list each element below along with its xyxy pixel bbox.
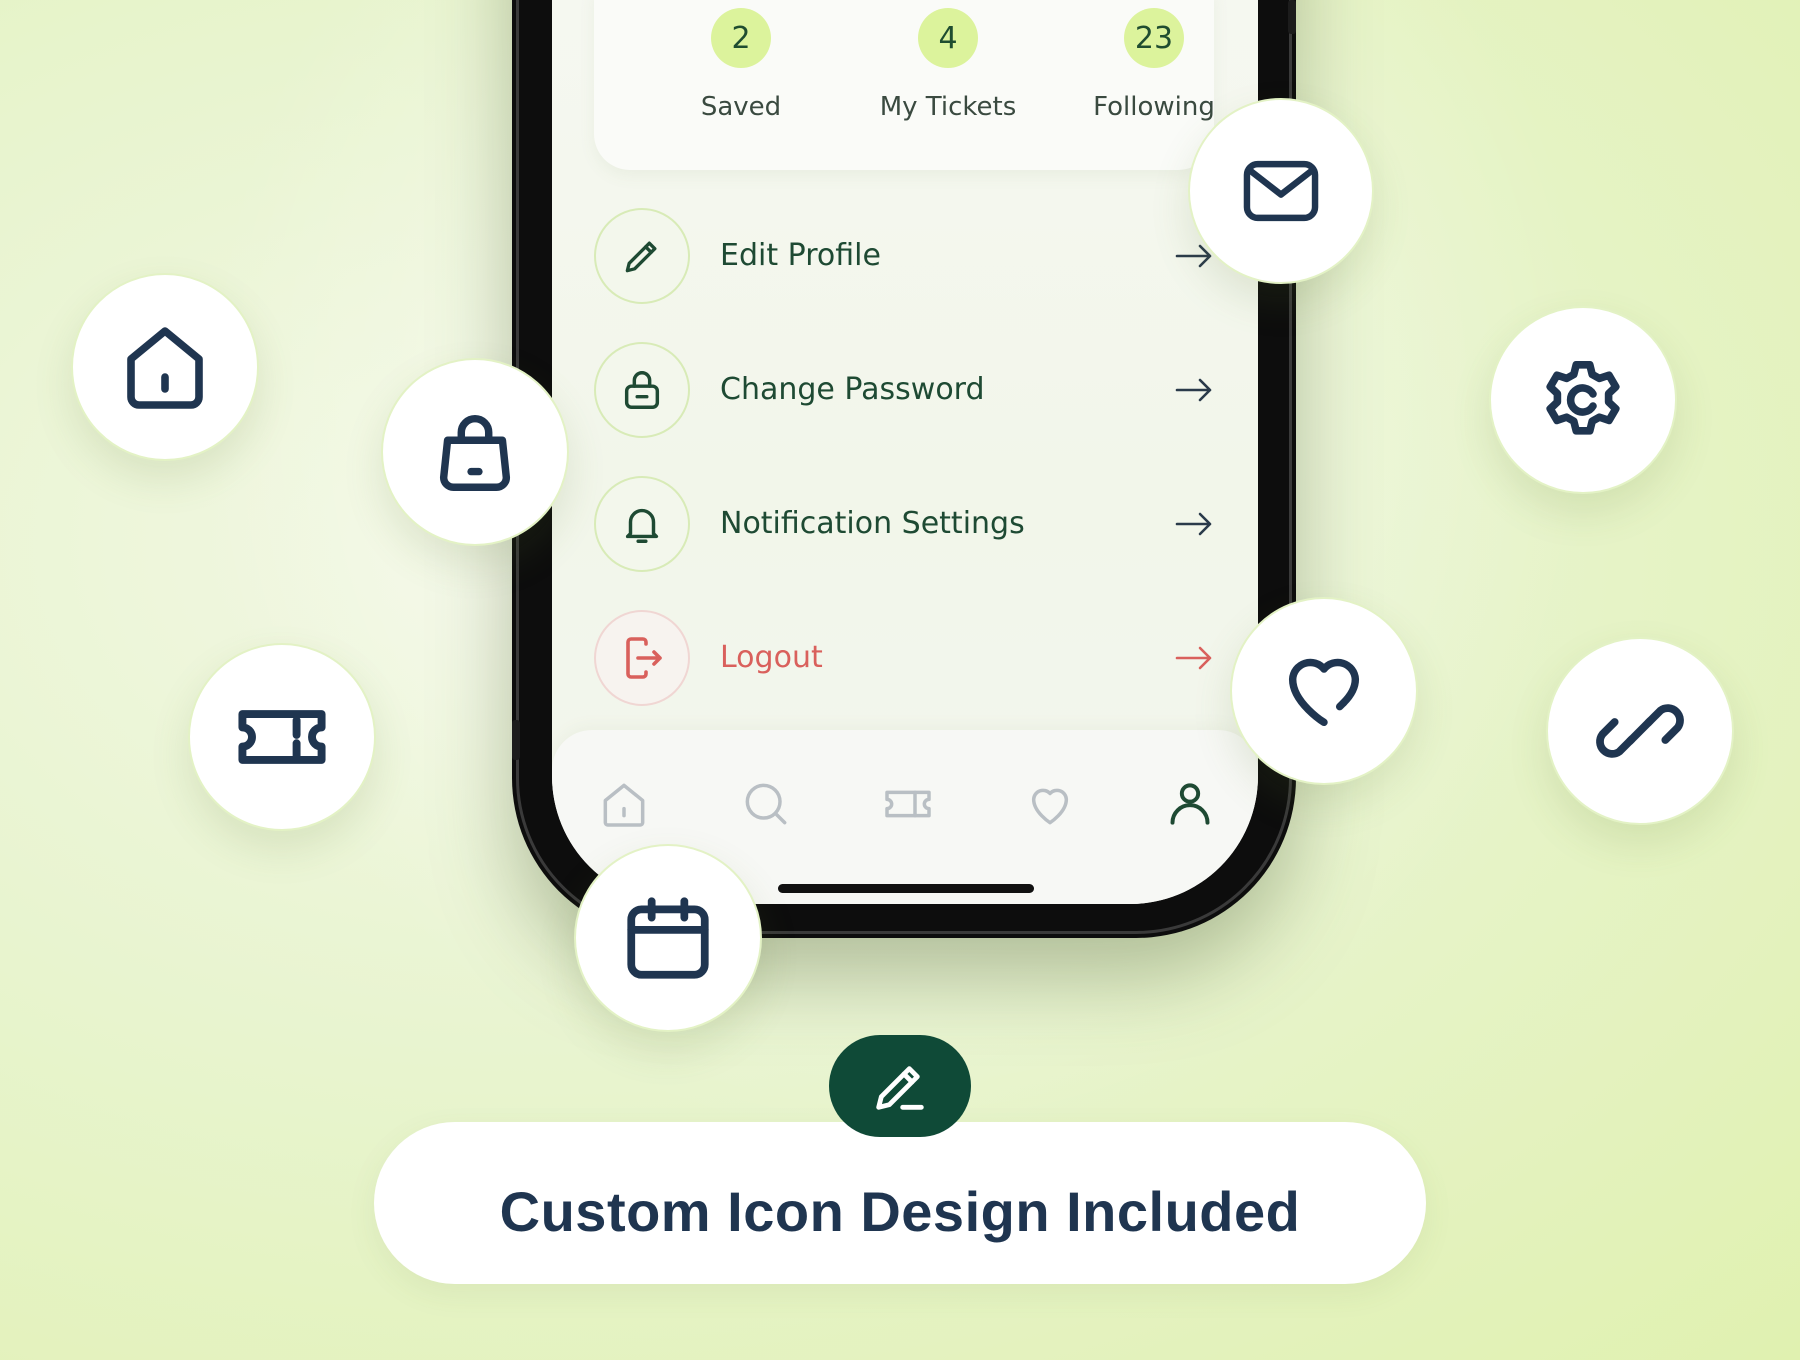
menu-item-change-password[interactable]: Change Password [594, 342, 1214, 438]
floating-heart [1230, 597, 1418, 785]
floating-gear [1489, 306, 1677, 494]
floating-ticket [188, 643, 376, 831]
gear-icon [1546, 361, 1620, 435]
link-icon [1596, 704, 1684, 758]
ticket-icon [238, 710, 326, 764]
menu-icon-wrap [594, 342, 690, 438]
floating-shopping-bag [381, 358, 569, 546]
floating-link [1546, 637, 1734, 825]
tab-heart-icon[interactable] [1022, 776, 1078, 832]
stat-label: Saved [700, 92, 782, 122]
menu-item-logout[interactable]: Logout [594, 610, 1214, 706]
floating-mail [1188, 98, 1374, 284]
home-indicator [778, 884, 1034, 893]
stat-count-badge: 2 [711, 8, 771, 68]
stat-saved[interactable]: 2 Saved [641, 0, 841, 122]
menu-icon-wrap [594, 476, 690, 572]
stat-count-badge: 23 [1124, 8, 1184, 68]
menu-label: Logout [720, 640, 823, 675]
stats-card: 2 Saved 4 My Tickets 23 Following [594, 0, 1215, 170]
banner-text: Custom Icon Design Included [499, 1179, 1301, 1243]
floating-calendar [574, 844, 762, 1032]
menu-icon-wrap [594, 208, 690, 304]
tab-home-icon[interactable] [596, 776, 652, 832]
stat-label: My Tickets [879, 92, 1017, 122]
menu-label: Notification Settings [720, 506, 1025, 541]
tab-user-icon[interactable] [1162, 776, 1218, 832]
edit-badge [829, 1035, 971, 1137]
pencil-icon [625, 241, 657, 273]
stat-my-tickets[interactable]: 4 My Tickets [848, 0, 1048, 122]
menu-item-notification-settings[interactable]: Notification Settings [594, 476, 1214, 572]
stat-count-badge: 4 [918, 8, 978, 68]
phone-side-button [512, 720, 520, 760]
heart-icon [1288, 658, 1360, 727]
mail-icon [1243, 160, 1319, 222]
tab-search-icon[interactable] [738, 776, 794, 832]
logout-icon [626, 637, 662, 679]
arrow-right-icon [1175, 378, 1212, 402]
menu-item-edit-profile[interactable]: Edit Profile [594, 208, 1214, 304]
banner-pill: Custom Icon Design Included [374, 1122, 1426, 1284]
edit-icon [876, 1066, 924, 1110]
phone-screen: 2 Saved 4 My Tickets 23 Following Edit P… [552, 0, 1258, 904]
stat-following[interactable]: 23 Following [1054, 0, 1254, 122]
arrow-right-icon [1175, 646, 1212, 670]
bell-icon [625, 508, 659, 543]
home-icon [127, 327, 203, 409]
lock-icon [624, 371, 660, 409]
phone-side-button [1288, 0, 1296, 34]
arrow-right-icon [1175, 512, 1212, 536]
menu-icon-wrap [594, 610, 690, 706]
calendar-icon [627, 897, 709, 979]
menu-label: Edit Profile [720, 238, 881, 273]
floating-home [71, 273, 259, 461]
shopping-bag-icon [439, 415, 511, 491]
tab-ticket-icon[interactable] [880, 776, 936, 832]
menu-label: Change Password [720, 372, 985, 407]
